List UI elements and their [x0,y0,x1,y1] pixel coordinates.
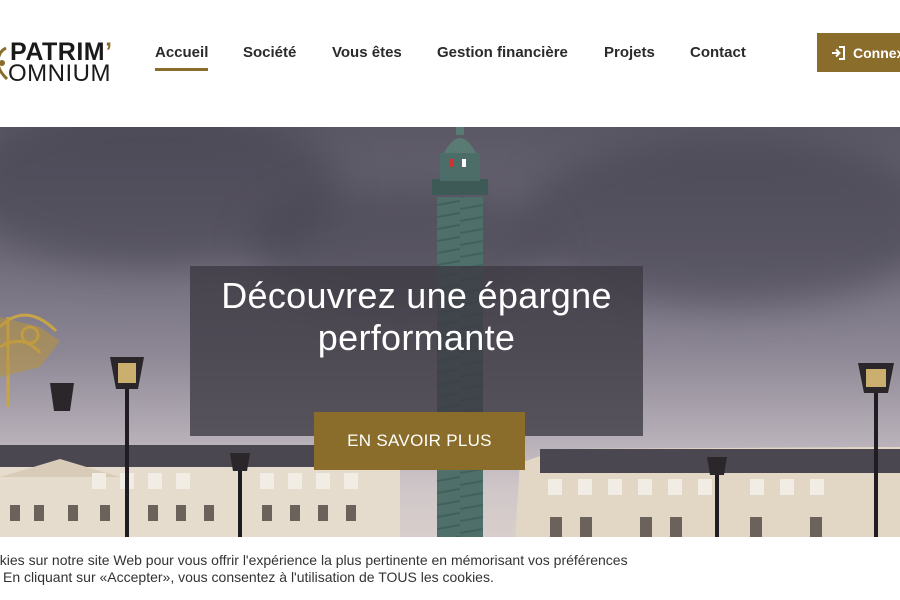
login-label: Connex [853,44,900,61]
brand-logo[interactable]: PATRIM’ OMNIUM [0,40,128,86]
cookie-message-line-2: En cliquant sur «Accepter», vous consent… [3,569,494,585]
brand-line-2: OMNIUM [8,60,111,87]
hero-banner: Découvrez une épargne performante EN SAV… [0,127,900,537]
site-header: PATRIM’ OMNIUM Accueil Société Vous êtes… [0,0,900,127]
hero-title: Découvrez une épargne performante [221,275,612,358]
sign-in-icon [832,45,845,60]
cookie-message: okies sur notre site Web pour vous offri… [0,552,712,586]
learn-more-button[interactable]: EN SAVOIR PLUS [314,412,525,470]
nav-item-accueil[interactable]: Accueil [155,44,209,71]
nav-item-projets[interactable]: Projets [604,44,655,62]
nav-item-gestion-financiere[interactable]: Gestion financière [437,44,568,62]
nav-item-societe[interactable]: Société [243,44,296,62]
login-button[interactable]: Connex [817,33,900,72]
cookie-banner: okies sur notre site Web pour vous offri… [0,537,900,600]
cookie-message-line-1: okies sur notre site Web pour vous offri… [0,552,628,568]
nav-item-contact[interactable]: Contact [690,44,746,62]
logo-mark-icon [0,46,8,80]
nav-item-vous-etes[interactable]: Vous êtes [332,44,402,62]
